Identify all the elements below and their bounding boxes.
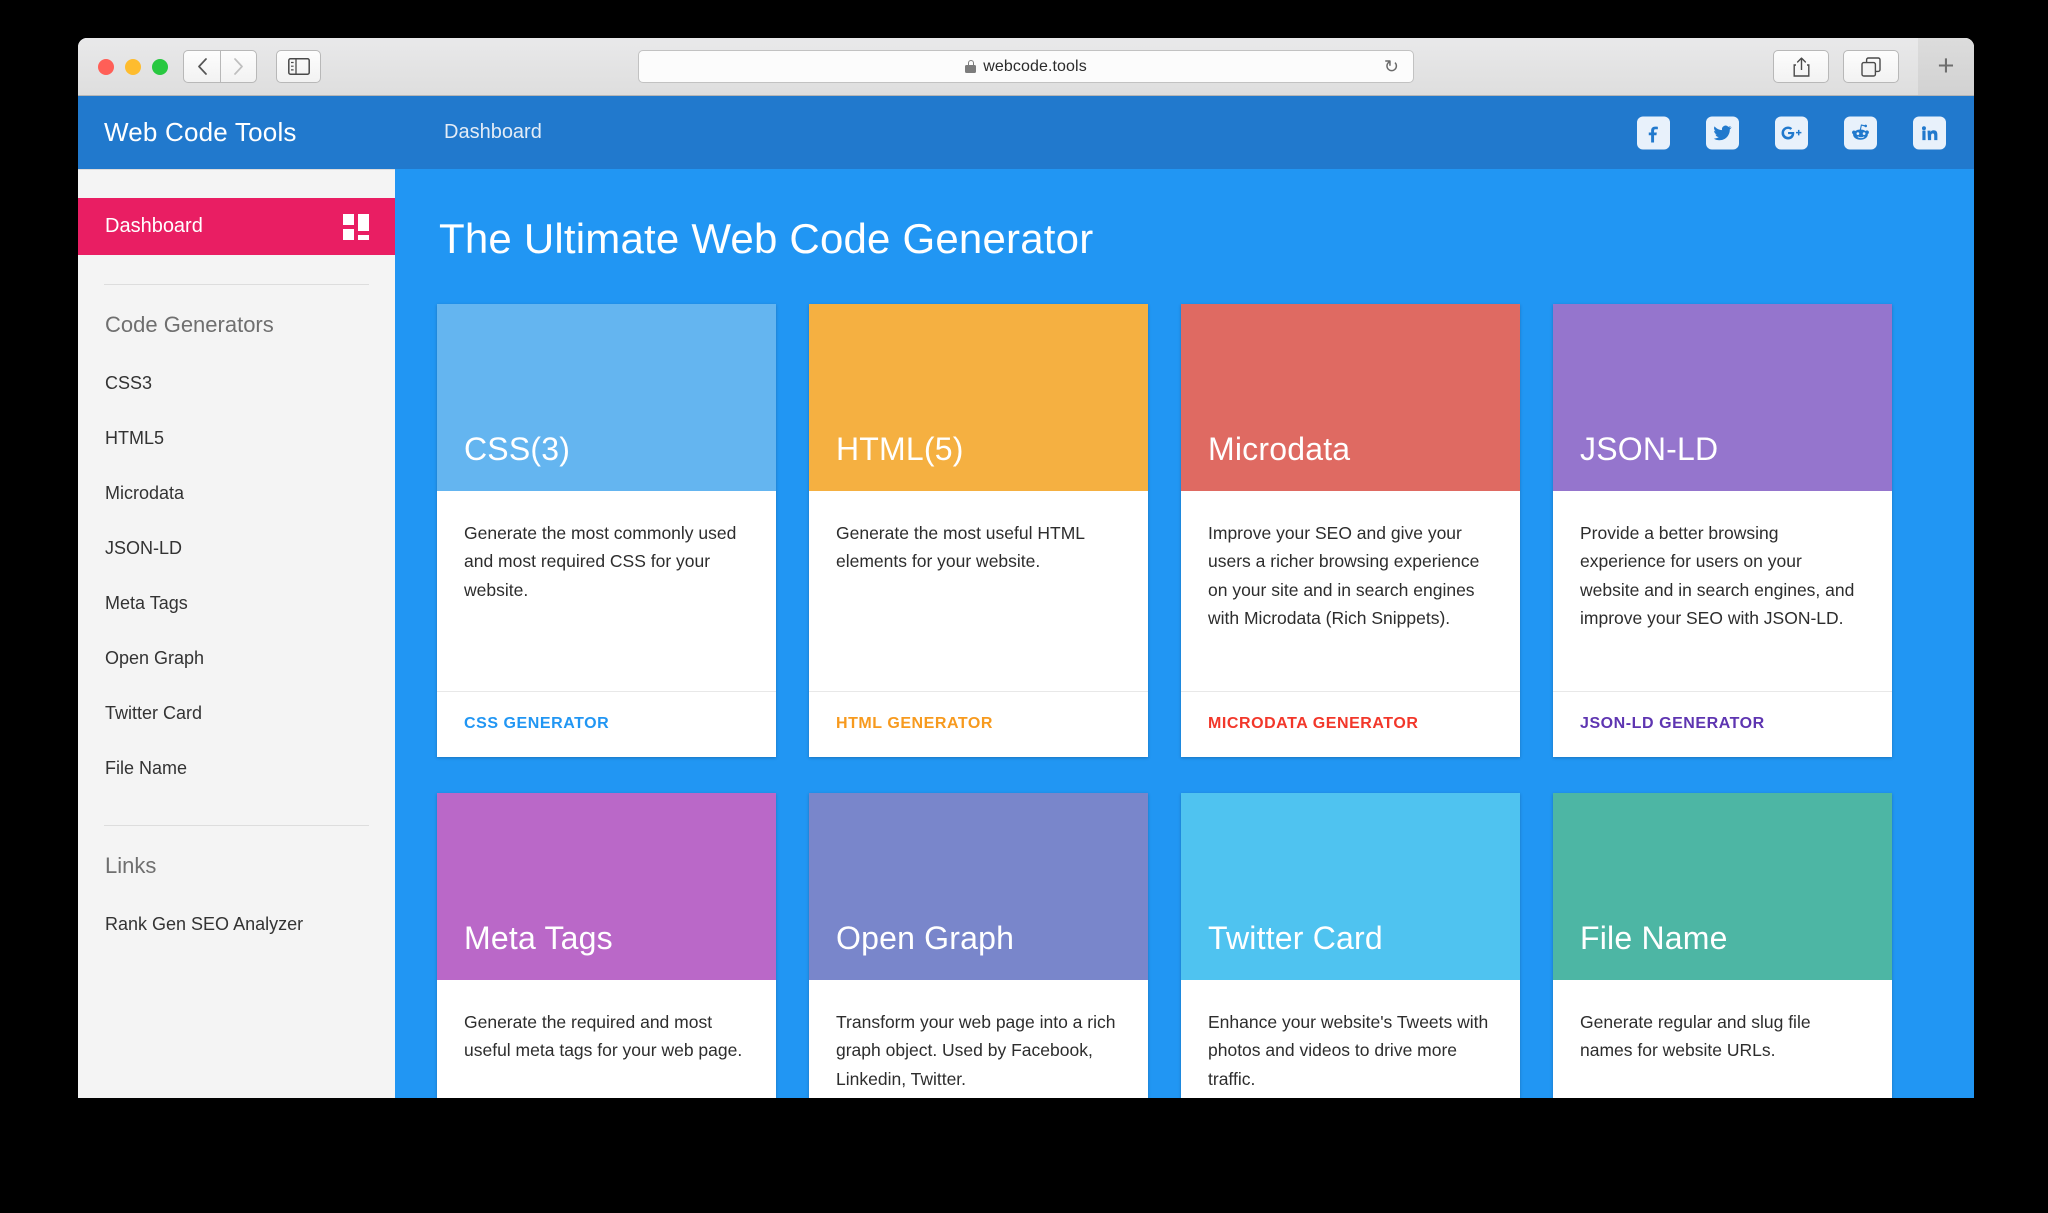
card-link[interactable]: MICRODATA GENERATOR — [1181, 691, 1520, 757]
google-plus-icon[interactable] — [1775, 116, 1808, 149]
browser-window: webcode.tools ↻ + Web Code Tools Dashboa… — [78, 38, 1974, 1098]
close-window-button[interactable] — [98, 59, 114, 75]
share-icon — [1793, 56, 1809, 77]
linkedin-icon[interactable] — [1913, 116, 1946, 149]
dashboard-grid-icon — [343, 213, 369, 240]
sidebar-section-heading-links: Links — [105, 853, 157, 878]
minimize-window-button[interactable] — [125, 59, 141, 75]
page-title: The Ultimate Web Code Generator — [439, 215, 1094, 262]
card-header: HTML(5) — [809, 304, 1148, 491]
generator-card-grid: CSS(3) Generate the most commonly used a… — [437, 304, 1974, 1098]
address-bar[interactable]: webcode.tools ↻ — [638, 50, 1414, 83]
card-header: CSS(3) — [437, 304, 776, 491]
maximize-window-button[interactable] — [152, 59, 168, 75]
card-title: Twitter Card — [1208, 920, 1383, 956]
navigation-buttons — [183, 50, 257, 83]
web-app: Web Code Tools Dashboard Dashboard Code … — [78, 96, 1974, 1098]
sidebar-item-css3[interactable]: CSS3 — [78, 356, 395, 411]
google-plus-glyph — [1781, 125, 1802, 140]
url-text: webcode.tools — [983, 57, 1087, 75]
sidebar-item-rank-gen-seo-analyzer[interactable]: Rank Gen SEO Analyzer — [78, 897, 395, 952]
sidebar-item-open-graph[interactable]: Open Graph — [78, 631, 395, 686]
card-header: Twitter Card — [1181, 793, 1520, 980]
card-link[interactable]: CSS GENERATOR — [437, 691, 776, 757]
sidebar-item-meta-tags[interactable]: Meta Tags — [78, 576, 395, 631]
sidebar-section-heading-generators: Code Generators — [105, 312, 274, 337]
card-header: Microdata — [1181, 304, 1520, 491]
sidebar-item-file-name[interactable]: File Name — [78, 741, 395, 796]
card-meta-tags[interactable]: Meta Tags Generate the required and most… — [437, 793, 776, 1098]
card-description: Provide a better browsing experience for… — [1580, 523, 1855, 629]
card-microdata[interactable]: Microdata Improve your SEO and give your… — [1181, 304, 1520, 757]
sidebar-top-spacer — [78, 170, 395, 198]
card-description: Generate the required and most useful me… — [464, 1012, 743, 1061]
card-title: Microdata — [1208, 431, 1351, 467]
header-page-title: Dashboard — [444, 121, 542, 143]
card-description: Improve your SEO and give your users a r… — [1208, 523, 1480, 629]
card-title: CSS(3) — [464, 431, 571, 467]
card-title: HTML(5) — [836, 431, 964, 467]
device-screen: webcode.tools ↻ + Web Code Tools Dashboa… — [0, 0, 2048, 1213]
card-link[interactable]: HTML GENERATOR — [809, 691, 1148, 757]
sidebar-item-label: Dashboard — [105, 215, 203, 237]
card-description: Transform your web page into a rich grap… — [836, 1012, 1116, 1089]
reddit-icon[interactable] — [1844, 116, 1877, 149]
app-header: Web Code Tools Dashboard — [78, 96, 1974, 169]
toolbar-right-buttons — [1773, 50, 1899, 83]
tabs-icon — [1861, 56, 1881, 77]
back-button[interactable] — [183, 50, 220, 83]
card-title: Open Graph — [836, 920, 1015, 956]
card-css3[interactable]: CSS(3) Generate the most commonly used a… — [437, 304, 776, 757]
card-link[interactable]: JSON-LD GENERATOR — [1553, 691, 1892, 757]
show-sidebar-button[interactable] — [276, 50, 321, 83]
card-header: File Name — [1553, 793, 1892, 980]
twitter-glyph — [1713, 125, 1732, 140]
show-tabs-button[interactable] — [1843, 50, 1899, 83]
twitter-icon[interactable] — [1706, 116, 1739, 149]
window-traffic-lights — [98, 59, 168, 75]
chevron-right-icon — [234, 58, 243, 75]
sidebar-links-list: Rank Gen SEO Analyzer — [78, 879, 395, 952]
forward-button[interactable] — [220, 50, 257, 83]
card-description: Generate regular and slug file names for… — [1580, 1012, 1811, 1061]
sidebar: Dashboard Code Generators CSS3 HTML5 Mic… — [78, 169, 395, 1098]
card-description: Enhance your website's Tweets with photo… — [1208, 1012, 1489, 1089]
card-json-ld[interactable]: JSON-LD Provide a better browsing experi… — [1553, 304, 1892, 757]
facebook-glyph — [1648, 126, 1658, 142]
card-twitter-card[interactable]: Twitter Card Enhance your website's Twee… — [1181, 793, 1520, 1098]
app-brand[interactable]: Web Code Tools — [104, 117, 404, 148]
browser-toolbar: webcode.tools ↻ + — [78, 38, 1974, 96]
chevron-left-icon — [197, 58, 207, 75]
reload-button[interactable]: ↻ — [1384, 56, 1399, 77]
card-description: Generate the most commonly used and most… — [464, 523, 737, 600]
sidebar-item-json-ld[interactable]: JSON-LD — [78, 521, 395, 576]
sidebar-item-dashboard[interactable]: Dashboard — [78, 198, 395, 255]
card-header: Meta Tags — [437, 793, 776, 980]
main-content: The Ultimate Web Code Generator CSS(3) G… — [395, 169, 1974, 1098]
card-header: JSON-LD — [1553, 304, 1892, 491]
sidebar-item-microdata[interactable]: Microdata — [78, 466, 395, 521]
reddit-glyph — [1851, 123, 1869, 140]
card-open-graph[interactable]: Open Graph Transform your web page into … — [809, 793, 1148, 1098]
card-title: File Name — [1580, 920, 1728, 956]
card-title: Meta Tags — [464, 920, 613, 956]
card-file-name[interactable]: File Name Generate regular and slug file… — [1553, 793, 1892, 1098]
card-header: Open Graph — [809, 793, 1148, 980]
sidebar-item-twitter-card[interactable]: Twitter Card — [78, 686, 395, 741]
card-description: Generate the most useful HTML elements f… — [836, 523, 1085, 572]
sidebar-toggle-icon — [287, 58, 310, 75]
app-body: Dashboard Code Generators CSS3 HTML5 Mic… — [78, 169, 1974, 1098]
social-links — [1637, 116, 1946, 149]
new-tab-button[interactable]: + — [1918, 38, 1974, 95]
card-html5[interactable]: HTML(5) Generate the most useful HTML el… — [809, 304, 1148, 757]
share-button[interactable] — [1773, 50, 1829, 83]
sidebar-generators-list: CSS3 HTML5 Microdata JSON-LD Meta Tags O… — [78, 338, 395, 796]
facebook-icon[interactable] — [1637, 116, 1670, 149]
lock-icon — [965, 60, 977, 73]
linkedin-glyph — [1921, 125, 1938, 140]
sidebar-item-html5[interactable]: HTML5 — [78, 411, 395, 466]
card-title: JSON-LD — [1580, 431, 1719, 467]
